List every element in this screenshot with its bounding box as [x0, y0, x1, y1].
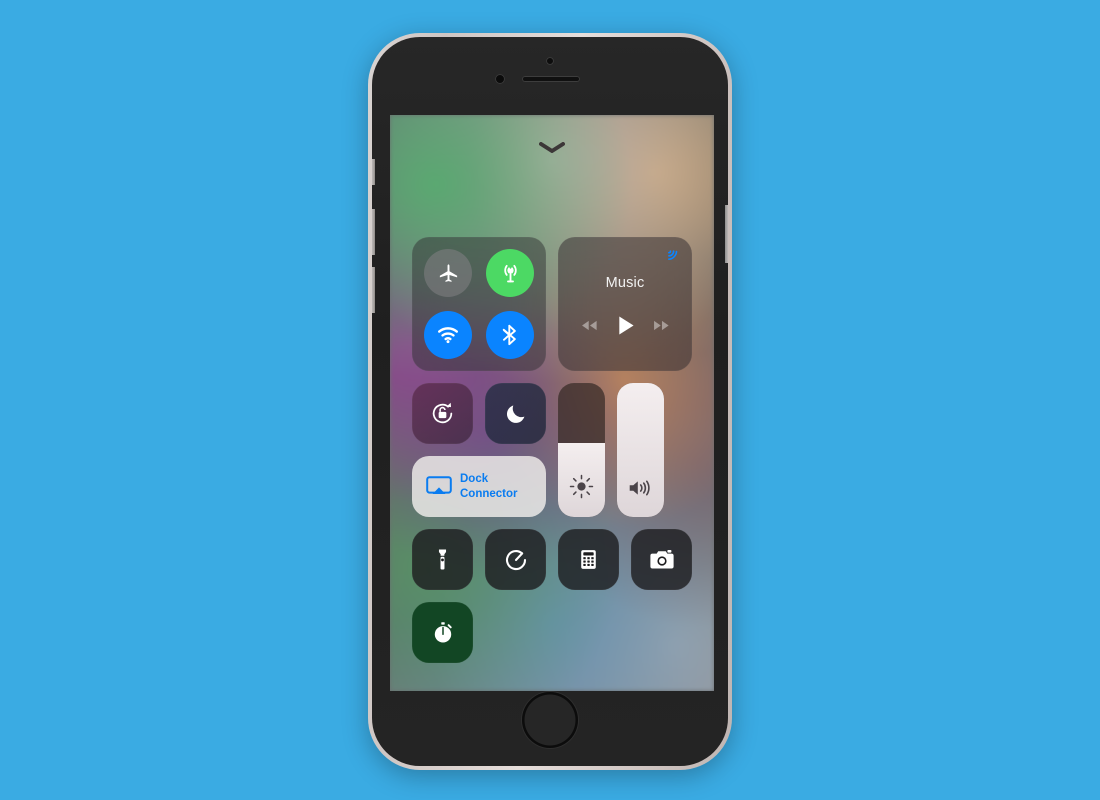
- moon-icon: [506, 405, 524, 423]
- airplay-audio-icon[interactable]: [665, 246, 682, 263]
- airplane-icon: [439, 263, 457, 282]
- rotation-lock-icon: [432, 402, 453, 424]
- screen-mirroring-button[interactable]: Dock Connector: [412, 456, 546, 517]
- silent-switch[interactable]: [372, 159, 375, 185]
- music-transport-controls: [580, 315, 671, 336]
- shortcut-row-1: [412, 529, 692, 590]
- proximity-sensor-icon: [495, 74, 505, 84]
- cellular-antenna-icon: [503, 264, 517, 282]
- volume-slider[interactable]: [617, 383, 664, 517]
- speaker-waves-icon: [617, 477, 664, 499]
- camera-button[interactable]: [631, 529, 692, 590]
- play-icon: [618, 315, 634, 335]
- calculator-icon: [581, 550, 596, 569]
- home-button[interactable]: [522, 692, 578, 748]
- next-track-button[interactable]: [652, 319, 671, 332]
- bluetooth-icon: [502, 324, 516, 346]
- timer-icon: [505, 549, 526, 570]
- previous-track-button[interactable]: [580, 319, 599, 332]
- earpiece-speaker: [522, 76, 580, 82]
- calculator-button[interactable]: [558, 529, 619, 590]
- power-button[interactable]: [725, 205, 728, 263]
- camera-icon: [649, 549, 674, 568]
- volume-down-button[interactable]: [372, 267, 375, 313]
- wifi-icon: [438, 327, 458, 344]
- brightness-sun-icon: [558, 474, 605, 499]
- cellular-data-toggle[interactable]: [486, 249, 534, 297]
- control-center: Music Dock Connector: [390, 237, 714, 675]
- flashlight-button[interactable]: [412, 529, 473, 590]
- control-center-row-mid: Dock Connector: [412, 383, 692, 517]
- do-not-disturb-toggle[interactable]: [485, 383, 546, 444]
- screen-mirroring-icon: [426, 475, 452, 498]
- flashlight-icon: [438, 549, 447, 570]
- front-camera-icon: [546, 57, 554, 65]
- airplane-mode-toggle[interactable]: [424, 249, 472, 297]
- phone-body: Music Dock Connector: [372, 37, 728, 766]
- connectivity-panel: [412, 237, 546, 371]
- wifi-toggle[interactable]: [424, 311, 472, 359]
- screen-mirroring-label: Dock Connector: [460, 473, 518, 500]
- mid-left-group: Dock Connector: [412, 383, 546, 517]
- rotation-lock-toggle[interactable]: [412, 383, 473, 444]
- fast-forward-icon: [653, 320, 669, 330]
- brightness-slider[interactable]: [558, 383, 605, 517]
- chevron-down-icon[interactable]: [538, 140, 566, 154]
- rewind-icon: [581, 320, 597, 330]
- music-app-title: Music: [605, 274, 645, 291]
- bluetooth-toggle[interactable]: [486, 311, 534, 359]
- play-button[interactable]: [616, 315, 635, 336]
- shortcut-row-2: [412, 602, 692, 663]
- volume-up-button[interactable]: [372, 209, 375, 255]
- stopwatch-button[interactable]: [412, 602, 473, 663]
- timer-button[interactable]: [485, 529, 546, 590]
- phone-screen: Music Dock Connector: [390, 115, 714, 691]
- music-panel[interactable]: Music: [558, 237, 692, 371]
- phone-frame: Music Dock Connector: [368, 33, 732, 770]
- control-center-row-top: Music: [412, 237, 692, 371]
- stopwatch-icon: [434, 621, 452, 642]
- small-toggle-row: [412, 383, 546, 444]
